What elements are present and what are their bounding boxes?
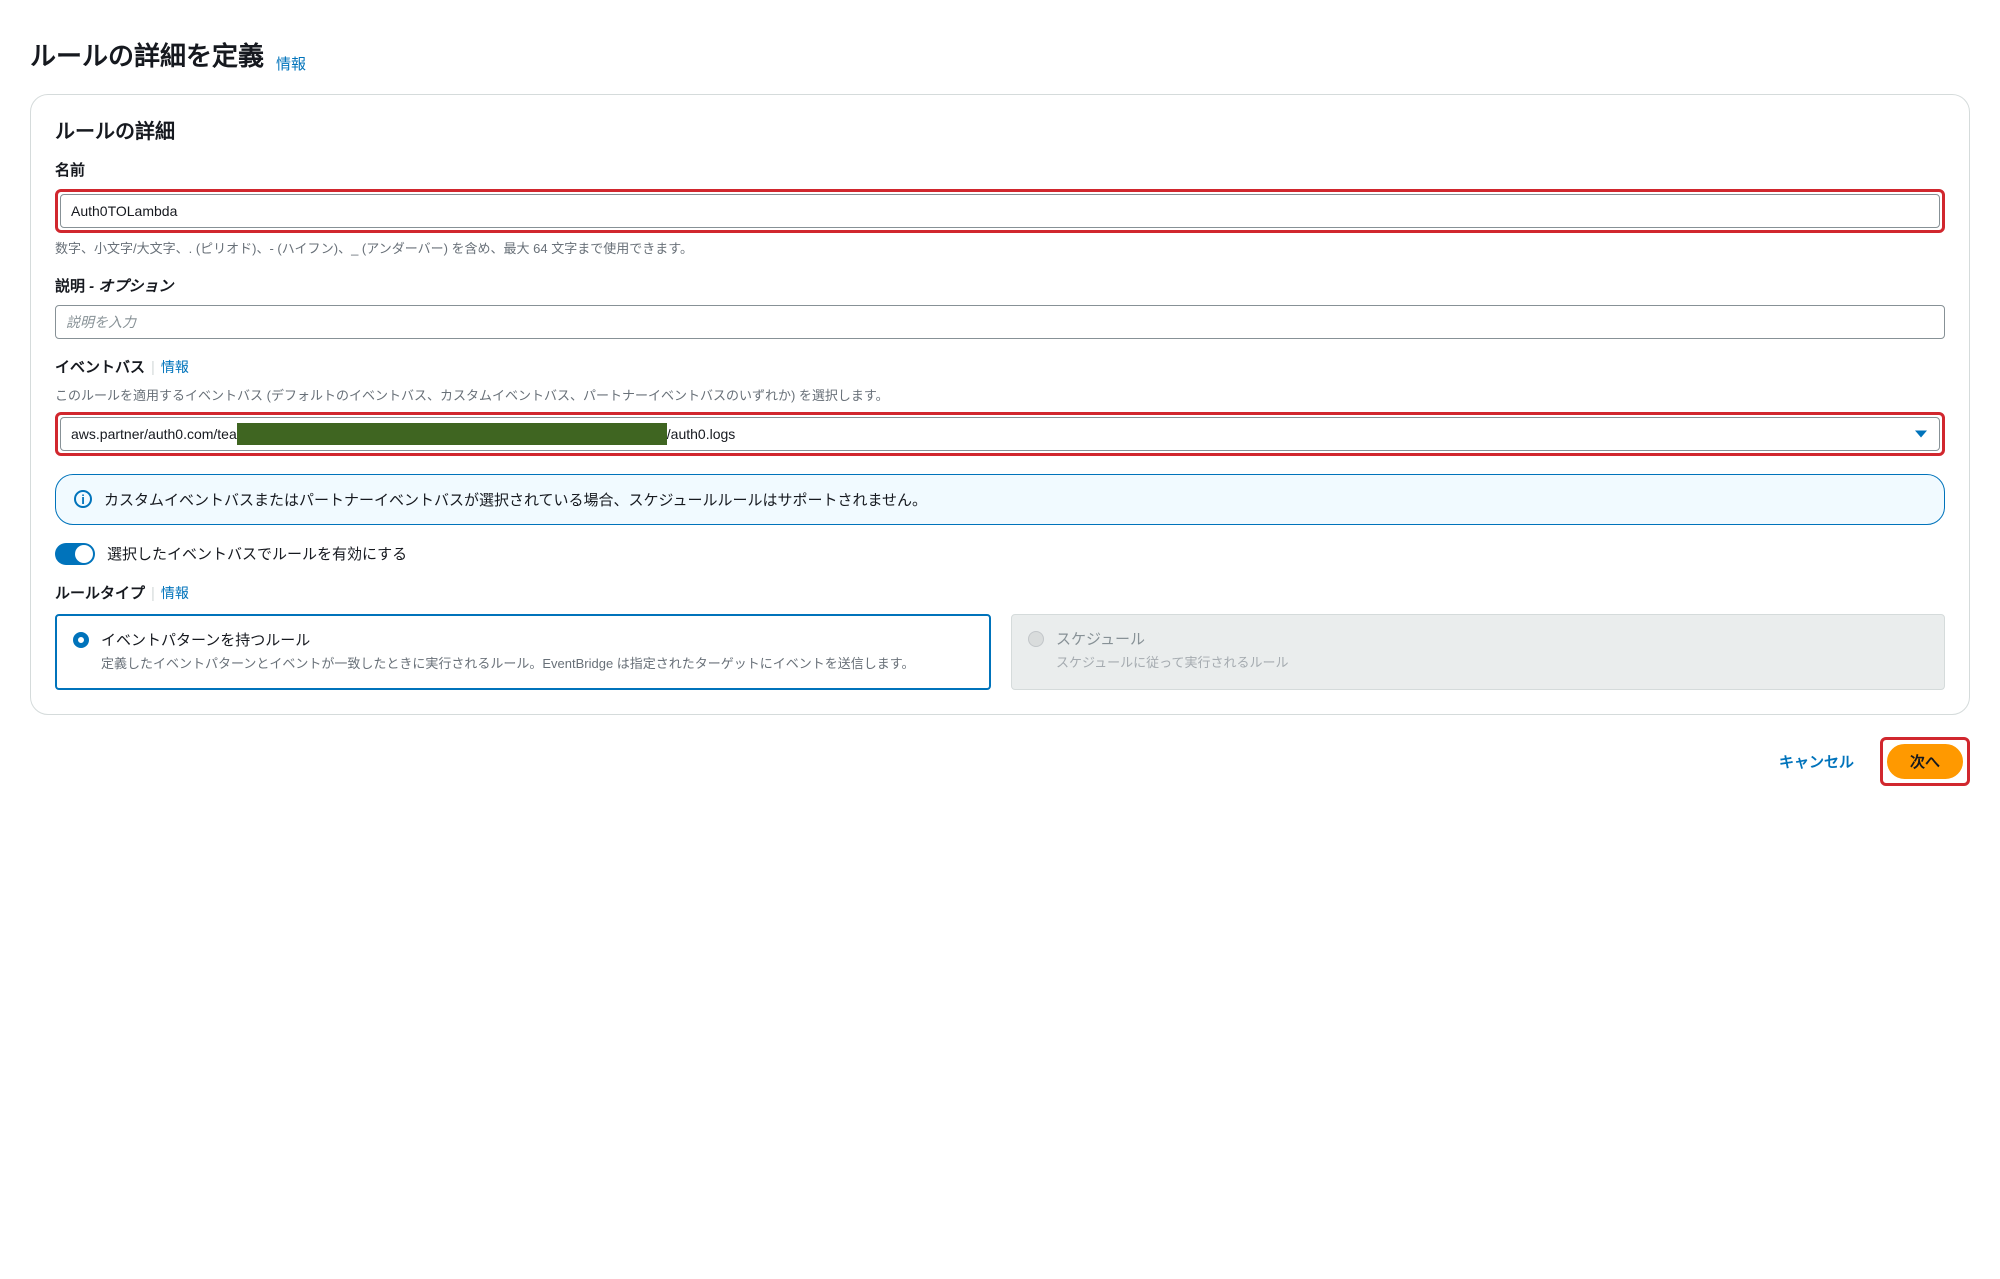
pattern-option-title: イベントパターンを持つルール xyxy=(101,630,914,653)
panel-title: ルールの詳細 xyxy=(55,115,1945,144)
footer-actions: キャンセル 次へ xyxy=(30,737,1970,786)
description-label: 説明 xyxy=(55,278,85,295)
alert-text: カスタムイベントバスまたはパートナーイベントバスが選択されている場合、スケジュー… xyxy=(104,489,927,510)
rule-detail-panel: ルールの詳細 名前 数字、小文字/大文字、. (ピリオド)、- (ハイフン)、_… xyxy=(30,94,1970,715)
rule-type-schedule-option: スケジュール スケジュールに従って実行されるルール xyxy=(1011,614,1945,690)
schedule-option-desc: スケジュールに従って実行されるルール xyxy=(1056,653,1288,673)
rule-type-info-link[interactable]: 情報 xyxy=(161,585,189,601)
event-bus-desc: このルールを適用するイベントバス (デフォルトのイベントバス、カスタムイベントバ… xyxy=(55,386,1945,406)
rule-type-options: イベントパターンを持つルール 定義したイベントパターンとイベントが一致したときに… xyxy=(55,614,1945,690)
radio-selected-icon xyxy=(73,632,89,648)
next-button[interactable]: 次へ xyxy=(1887,744,1963,779)
cancel-button[interactable]: キャンセル xyxy=(1771,745,1862,778)
name-input[interactable] xyxy=(60,194,1940,228)
page-title: ルールの詳細を定義 xyxy=(30,40,264,74)
enable-rule-label: 選択したイベントバスでルールを有効にする xyxy=(107,543,407,564)
rule-type-label: ルールタイプ xyxy=(55,585,145,602)
description-input[interactable] xyxy=(55,305,1945,339)
name-field: 名前 数字、小文字/大文字、. (ピリオド)、- (ハイフン)、_ (アンダーバ… xyxy=(55,160,1945,259)
name-label: 名前 xyxy=(55,160,1945,181)
event-bus-info-link[interactable]: 情報 xyxy=(161,359,189,375)
name-help: 数字、小文字/大文字、. (ピリオド)、- (ハイフン)、_ (アンダーバー) … xyxy=(55,239,1945,259)
description-field: 説明 - オプション xyxy=(55,276,1945,339)
rule-type-pattern-option[interactable]: イベントパターンを持つルール 定義したイベントパターンとイベントが一致したときに… xyxy=(55,614,991,690)
radio-disabled-icon xyxy=(1028,631,1044,647)
info-alert: i カスタムイベントバスまたはパートナーイベントバスが選択されている場合、スケジ… xyxy=(55,474,1945,525)
description-optional: - オプション xyxy=(85,278,173,295)
event-bus-field: イベントバス|情報 このルールを適用するイベントバス (デフォルトのイベントバス… xyxy=(55,357,1945,456)
chevron-down-icon xyxy=(1915,430,1927,437)
pattern-option-desc: 定義したイベントパターンとイベントが一致したときに実行されるルール。EventB… xyxy=(101,654,914,674)
redacted-mask xyxy=(237,423,667,445)
schedule-option-title: スケジュール xyxy=(1056,629,1288,652)
event-bus-value-prefix: aws.partner/auth0.com/tea xyxy=(71,426,237,442)
info-link[interactable]: 情報 xyxy=(276,53,306,74)
enable-rule-toggle[interactable] xyxy=(55,543,95,565)
event-bus-select[interactable]: aws.partner/auth0.com/tea/auth0.logs xyxy=(60,417,1940,451)
event-bus-value-suffix: /auth0.logs xyxy=(667,426,736,442)
event-bus-label: イベントバス xyxy=(55,359,145,376)
info-icon: i xyxy=(74,490,92,508)
